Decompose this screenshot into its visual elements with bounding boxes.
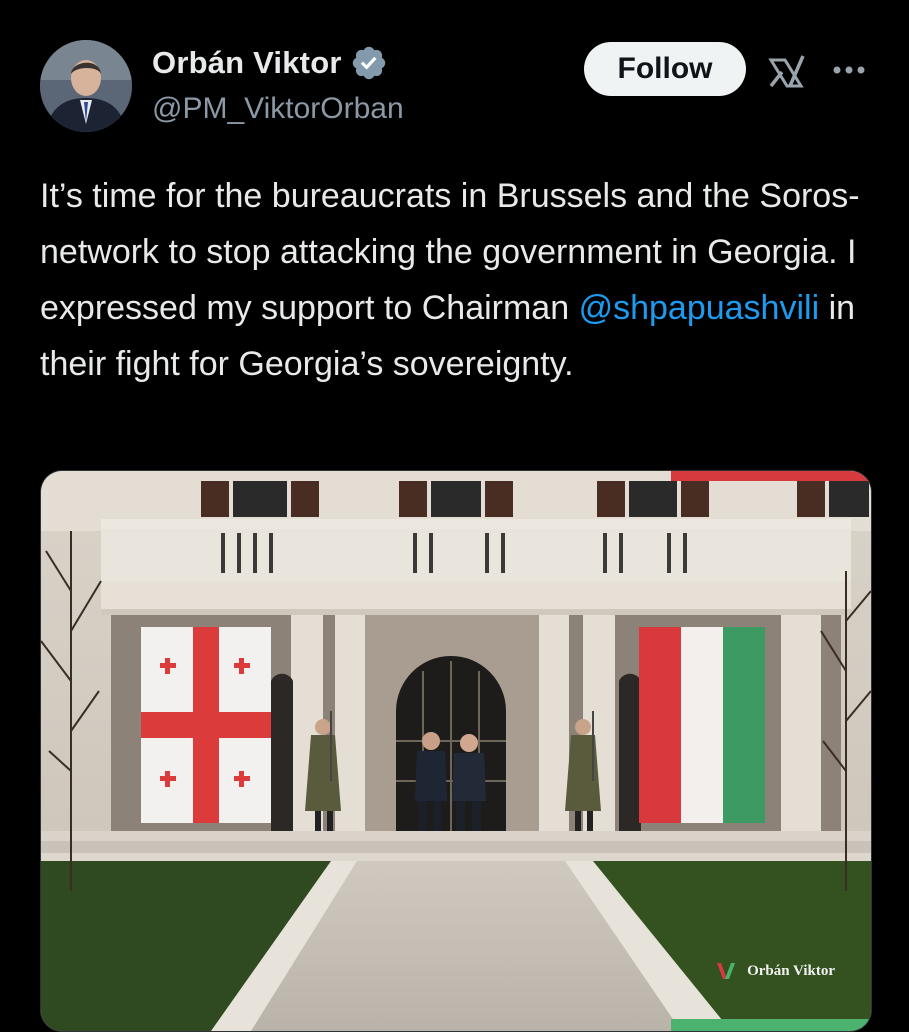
more-icon[interactable] bbox=[830, 58, 868, 82]
person-portrait-icon bbox=[40, 40, 132, 132]
georgia-flag bbox=[141, 627, 271, 823]
hungary-flag bbox=[639, 627, 765, 823]
grok-icon[interactable] bbox=[768, 52, 806, 90]
follow-button[interactable]: Follow bbox=[584, 42, 746, 96]
photo-watermark: Orbán Viktor bbox=[715, 961, 835, 981]
mention-link[interactable]: @shpapuashvili bbox=[579, 289, 820, 327]
name-row: Orbán Viktor bbox=[152, 44, 388, 82]
author-avatar[interactable] bbox=[40, 40, 132, 132]
photo-scene bbox=[41, 471, 871, 1031]
tweet-photo[interactable]: Orbán Viktor bbox=[40, 470, 872, 1032]
watermark-text: Orbán Viktor bbox=[747, 962, 835, 979]
author-handle[interactable]: @PM_ViktorOrban bbox=[152, 92, 404, 126]
display-name[interactable]: Orbán Viktor bbox=[152, 45, 342, 81]
tweet-header: Orbán Viktor @PM_ViktorOrban Follow bbox=[0, 0, 909, 150]
verified-badge-icon bbox=[352, 46, 385, 80]
tweet-text: It’s time for the bureaucrats in Brussel… bbox=[40, 168, 880, 392]
orban-logo-icon bbox=[717, 963, 736, 979]
